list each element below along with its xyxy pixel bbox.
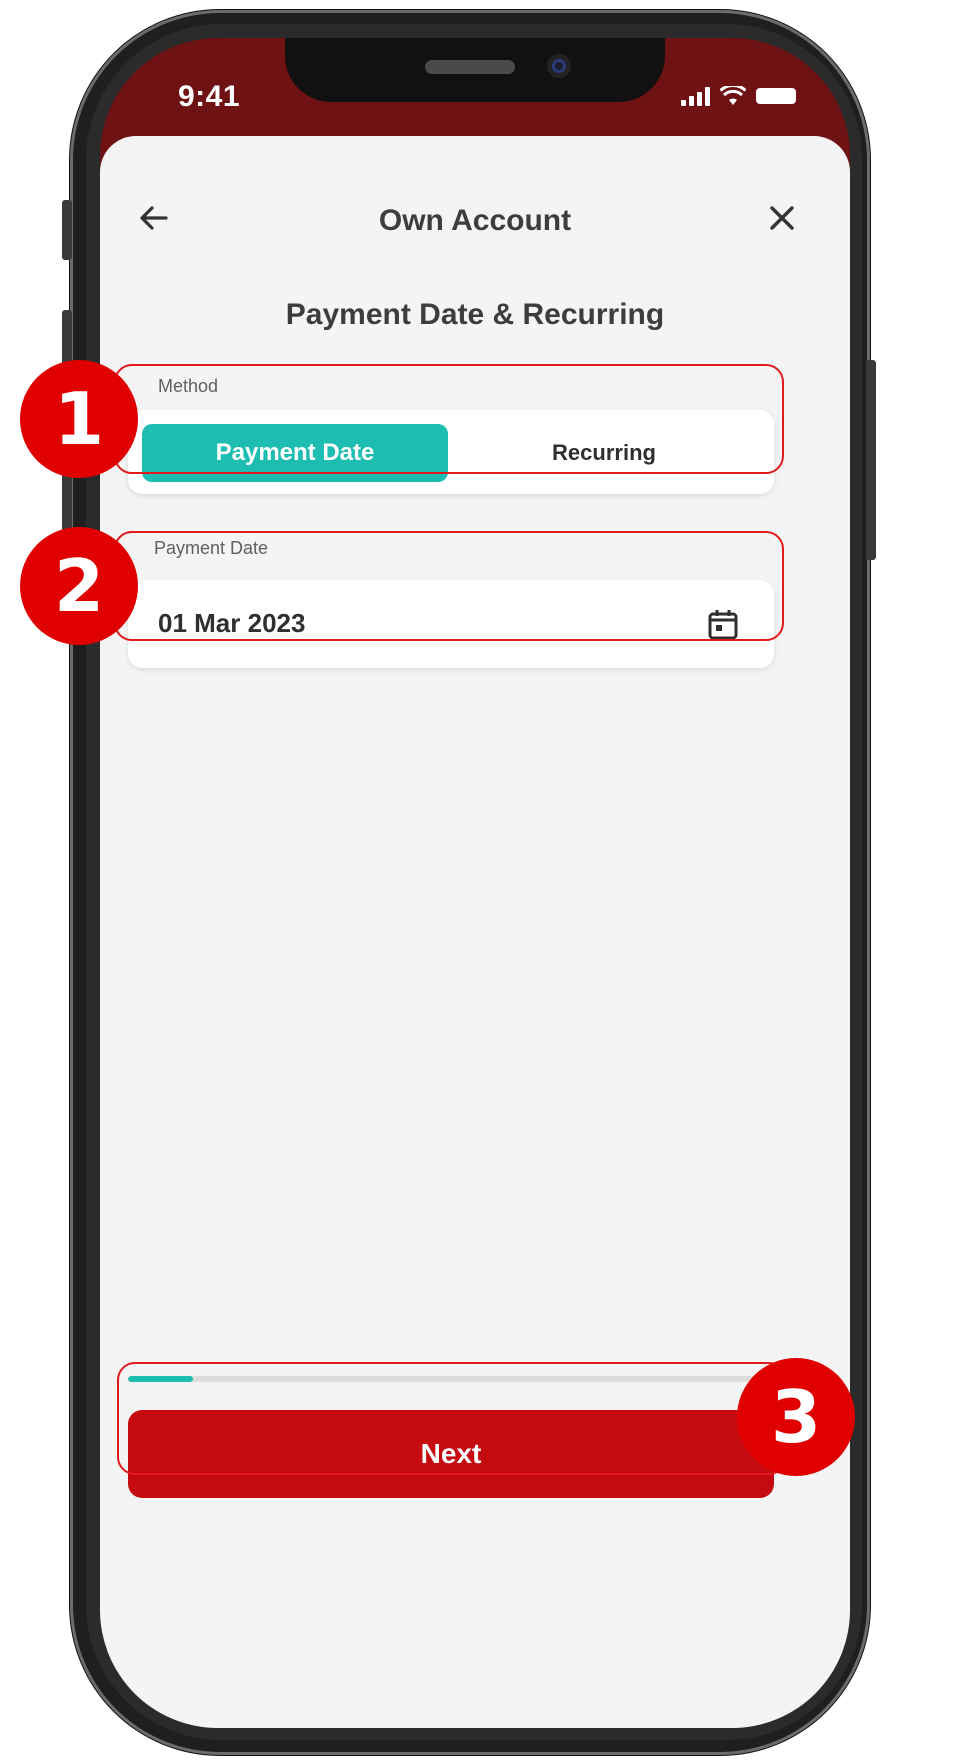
- signal-icon: [681, 86, 710, 106]
- battery-icon: [756, 88, 796, 104]
- page-title: Payment Date & Recurring: [285, 298, 665, 331]
- speaker: [425, 60, 515, 74]
- notch: [285, 38, 665, 102]
- status-icons: [681, 86, 796, 106]
- highlight-method: [114, 364, 784, 474]
- close-icon[interactable]: [762, 198, 802, 238]
- front-camera: [547, 54, 571, 78]
- side-button-left-1: [62, 200, 72, 260]
- status-time: 9:41: [178, 80, 241, 113]
- header-title: Own Account: [378, 204, 572, 237]
- callout-badge-2: 2: [20, 527, 138, 645]
- highlight-payment-date: [114, 531, 784, 641]
- highlight-next: [117, 1362, 787, 1475]
- side-button-right: [866, 360, 876, 560]
- callout-badge-3: 3: [737, 1358, 855, 1476]
- callout-badge-1: 1: [20, 360, 138, 478]
- wifi-icon: [720, 86, 746, 105]
